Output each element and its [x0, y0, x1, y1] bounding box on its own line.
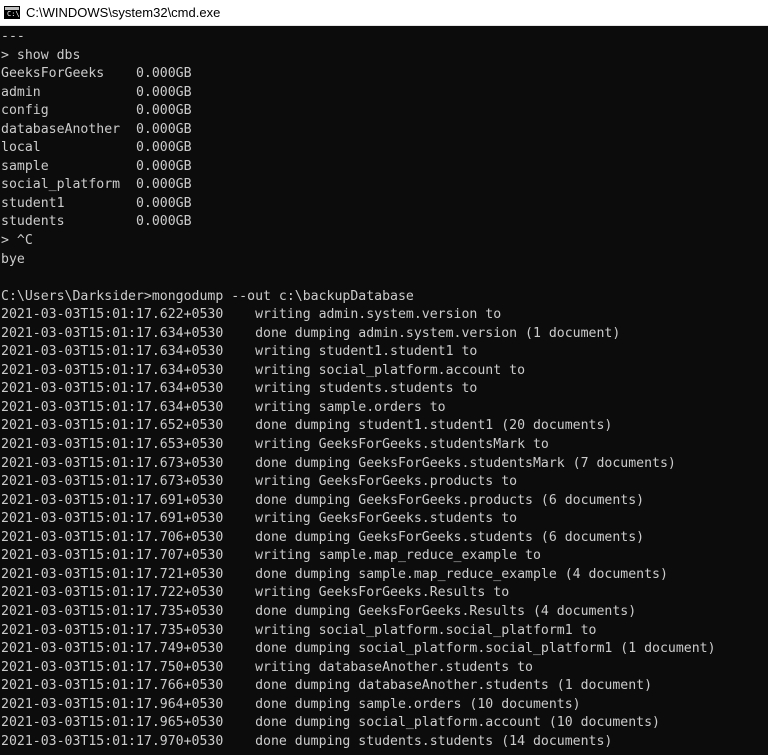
- console-line: 2021-03-03T15:01:17.634+0530 writing sam…: [1, 399, 446, 415]
- console-line: admin 0.000GB: [1, 84, 192, 100]
- console-line: 2021-03-03T15:01:17.652+0530 done dumpin…: [1, 418, 613, 434]
- console-line: 2021-03-03T15:01:17.634+0530 done dumpin…: [1, 325, 621, 341]
- console-line: 2021-03-03T15:01:17.622+0530 writing adm…: [1, 307, 502, 323]
- console-line: databaseAnother 0.000GB: [1, 121, 192, 137]
- console-line: GeeksForGeeks 0.000GB: [1, 66, 192, 82]
- console-line: > show dbs: [1, 47, 81, 63]
- console-line: 2021-03-03T15:01:17.706+0530 done dumpin…: [1, 529, 645, 545]
- console-line: 2021-03-03T15:01:17.691+0530 writing Gee…: [1, 511, 518, 527]
- console-line: 2021-03-03T15:01:17.721+0530 done dumpin…: [1, 566, 668, 582]
- window-title: C:\WINDOWS\system32\cmd.exe: [26, 5, 221, 20]
- console-line: config 0.000GB: [1, 103, 192, 119]
- console-line: bye: [1, 251, 25, 267]
- console-line: 2021-03-03T15:01:17.766+0530 done dumpin…: [1, 678, 653, 694]
- console-line: 2021-03-03T15:01:17.964+0530 done dumpin…: [1, 696, 581, 712]
- console-line: 2021-03-03T15:01:17.673+0530 writing Gee…: [1, 474, 518, 490]
- console-line: social_platform 0.000GB: [1, 177, 192, 193]
- console-line: 2021-03-03T15:01:17.722+0530 writing Gee…: [1, 585, 510, 601]
- console-line: 2021-03-03T15:01:17.735+0530 done dumpin…: [1, 603, 637, 619]
- console-line: student1 0.000GB: [1, 195, 192, 211]
- console-output[interactable]: --- > show dbs GeeksForGeeks 0.000GB adm…: [0, 28, 768, 755]
- console-line: 2021-03-03T15:01:17.749+0530 done dumpin…: [1, 641, 716, 657]
- console-line: 2021-03-03T15:01:17.965+0530 done dumpin…: [1, 715, 660, 731]
- cmd-window: C:\ C:\WINDOWS\system32\cmd.exe --- > sh…: [0, 0, 768, 755]
- title-bar[interactable]: C:\ C:\WINDOWS\system32\cmd.exe: [0, 0, 768, 26]
- console-line: 2021-03-03T15:01:17.735+0530 writing soc…: [1, 622, 597, 638]
- console-line: 2021-03-03T15:01:17.673+0530 done dumpin…: [1, 455, 676, 471]
- console-line: 2021-03-03T15:01:17.634+0530 writing stu…: [1, 381, 478, 397]
- console-line: 2021-03-03T15:01:17.634+0530 writing stu…: [1, 344, 478, 360]
- command-prompt-icon[interactable]: C:\: [4, 6, 20, 19]
- console-line: 2021-03-03T15:01:17.634+0530 writing soc…: [1, 362, 526, 378]
- console-line: sample 0.000GB: [1, 158, 192, 174]
- console-line: 2021-03-03T15:01:17.707+0530 writing sam…: [1, 548, 541, 564]
- console-line: 2021-03-03T15:01:17.970+0530 done dumpin…: [1, 733, 613, 749]
- prompt-glyph: C:\: [7, 10, 20, 18]
- console-line: > ^C: [1, 233, 33, 249]
- console-line: ---: [1, 29, 25, 44]
- console-line: local 0.000GB: [1, 140, 192, 156]
- console-line: 2021-03-03T15:01:17.691+0530 done dumpin…: [1, 492, 645, 508]
- console-line: 2021-03-03T15:01:17.750+0530 writing dat…: [1, 659, 533, 675]
- console-line: 2021-03-03T15:01:17.653+0530 writing Gee…: [1, 437, 549, 453]
- console-line: students 0.000GB: [1, 214, 192, 230]
- console-line: C:\Users\Darksider>mongodump --out c:\ba…: [1, 288, 414, 304]
